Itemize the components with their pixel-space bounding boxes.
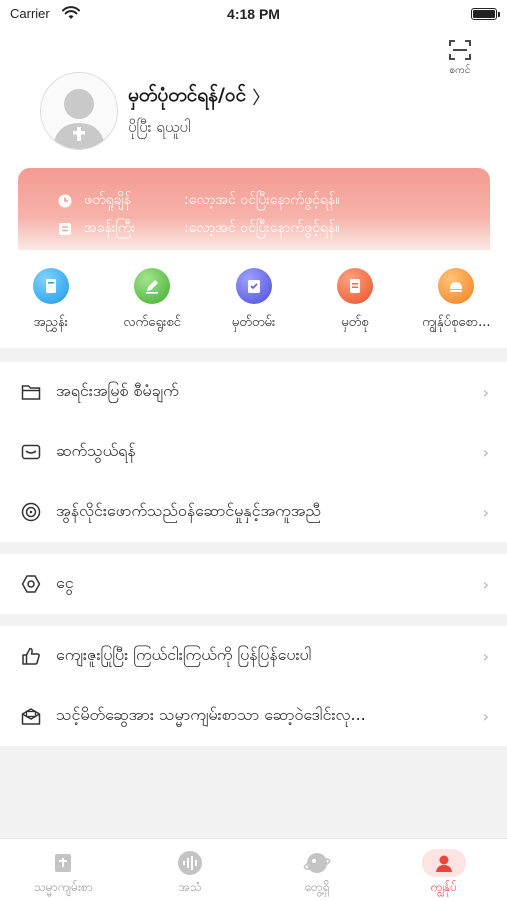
tab-bible[interactable]: သမ္မာကျမ်းစာ	[0, 839, 127, 900]
hexagon-settings-icon	[20, 573, 42, 595]
chevron-right-icon: ›	[482, 502, 489, 522]
scan-label: စကင်	[449, 65, 471, 76]
menu-item-share-app[interactable]: သင့်မိတ်ဆွေအား သမ္မာကျမ်းစာသာ ဆော့ဝဲဒေါင…	[0, 686, 507, 746]
quick-action-collection-label: ကျွန်ုပ်စုစော...	[422, 315, 491, 330]
menu-group-share: ကျေးဇူးပြုပြီး ကြယ်ငါးကြယ်ကို ပြန်ပြန်ပေ…	[0, 626, 507, 746]
chevron-right-icon: ›	[482, 382, 489, 402]
reading-time-row: ဖတ်ရှုချိန် :လော့အင် ဝင်ပြီးနောက်ဖွင့်ရန…	[58, 190, 339, 211]
tab-me[interactable]: ကျွန်ုပ်	[380, 839, 507, 900]
discover-icon	[301, 849, 333, 877]
quick-action-notes[interactable]: မှတ်စု	[304, 268, 405, 340]
menu-item-rate-app[interactable]: ကျေးဇူးပြုပြီး ကြယ်ငါးကြယ်ကို ပြန်ပြန်ပေ…	[0, 626, 507, 686]
menu-group-money: ငွေ ›	[0, 554, 507, 614]
default-avatar-icon	[52, 89, 106, 149]
clock: 4:18 PM	[227, 6, 280, 22]
chevron-right-icon: ›	[482, 574, 489, 594]
tab-discover[interactable]: တွေ့ရှိ	[254, 839, 381, 900]
menu-item-contact-label: ဆက်သွယ်ရန်	[56, 441, 136, 460]
scan-icon	[449, 40, 471, 60]
tab-discover-label: တွေ့ရှိ	[304, 880, 330, 894]
quick-action-favorites-label: လက်ရွေးစင်	[123, 315, 181, 330]
chevron-right-icon: ›	[482, 706, 489, 726]
quick-actions: အညွှန်း လက်ရွေးစင် မှတ်တမ်း မှတ်စု ကျွန်…	[0, 268, 507, 340]
vip-info-card[interactable]: ဖတ်ရှုချိန် :လော့အင် ဝင်ပြီးနောက်ဖွင့်ရန…	[18, 168, 490, 250]
scan-button[interactable]: စကင်	[440, 38, 480, 78]
chapter-value: :လော့အင် ဝင်ပြီးနောက်ဖွင့်ရန်။	[184, 220, 340, 236]
bookmark-icon	[235, 268, 272, 304]
share-mail-icon	[20, 705, 42, 727]
guide-book-icon	[32, 268, 69, 304]
menu-item-money-label: ငွေ	[56, 573, 74, 592]
tab-audio[interactable]: အသံ	[127, 839, 254, 900]
audio-icon	[174, 849, 206, 877]
reading-time-value: :လော့အင် ဝင်ပြီးနောက်ဖွင့်ရန်။	[184, 192, 340, 208]
mail-icon	[20, 441, 42, 463]
menu-item-rate-app-label: ကျေးဇူးပြုပြီး ကြယ်ငါးကြယ်ကို ပြန်ပြန်ပေ…	[56, 645, 312, 664]
clock-icon	[58, 194, 72, 207]
menu-item-online-support[interactable]: အွန်လိုင်းဖောက်သည်ဝန်ဆောင်မှုနှင့်အကူအညီ…	[0, 482, 507, 542]
menu-item-resource-management-label: အရင်းအမြစ် စီမံချက်	[56, 381, 179, 400]
folder-icon	[20, 381, 42, 403]
menu-group-resources: အရင်းအမြစ် စီမံချက် › ဆက်သွယ်ရန် › အွန်လ…	[0, 362, 507, 542]
pencil-icon	[134, 268, 171, 304]
quick-action-favorites[interactable]: လက်ရွေးစင်	[101, 268, 202, 340]
tab-bible-label: သမ္မာကျမ်းစာ	[34, 880, 93, 894]
quick-action-notes-label: မှတ်စု	[341, 315, 369, 330]
quick-action-guide-label: အညွှန်း	[33, 315, 68, 330]
chapter-key: အခန်းကြီး	[84, 220, 136, 236]
login-register-link[interactable]: မှတ်ပုံတင်ရန်/ဝင် 〉	[128, 83, 270, 111]
menu-item-contact[interactable]: ဆက်သွယ်ရန် ›	[0, 422, 507, 482]
quick-action-collection[interactable]: ကျွန်ုပ်စုစော...	[406, 268, 507, 340]
reading-time-key: ဖတ်ရှုချိန်	[84, 192, 132, 208]
battery-icon	[471, 8, 500, 20]
tab-audio-label: အသံ	[178, 880, 202, 894]
tab-bar: သမ္မာကျမ်းစာ အသံ တွေ့ရှိ ကျွန်ုပ်	[0, 838, 507, 900]
chevron-right-icon: 〉	[252, 88, 271, 109]
book-icon	[59, 222, 71, 235]
support-icon	[20, 501, 42, 523]
menu-item-share-app-label: သင့်မိတ်ဆွေအား သမ္မာကျမ်းစာသာ ဆော့ဝဲဒေါင…	[56, 705, 366, 724]
collection-icon	[438, 268, 475, 304]
quick-action-history-label: မှတ်တမ်း	[231, 315, 276, 330]
quick-action-guide[interactable]: အညွှန်း	[0, 268, 101, 340]
quick-action-history[interactable]: မှတ်တမ်း	[203, 268, 304, 340]
chevron-right-icon: ›	[482, 442, 489, 462]
chapter-row: အခန်းကြီး :လော့အင် ဝင်ပြီးနောက်ဖွင့်ရန်။	[58, 218, 339, 239]
thumbs-up-icon	[20, 645, 42, 667]
menu-item-online-support-label: အွန်လိုင်းဖောက်သည်ဝန်ဆောင်မှုနှင့်အကူအညီ	[56, 501, 321, 520]
chevron-right-icon: ›	[482, 646, 489, 666]
status-bar: Carrier 4:18 PM	[0, 0, 507, 30]
bible-icon	[47, 849, 79, 877]
profile-name-label: မှတ်ပုံတင်ရန်/ဝင်	[128, 84, 247, 106]
menu-item-money[interactable]: ငွေ ›	[0, 554, 507, 614]
avatar[interactable]	[40, 72, 118, 150]
menu-item-resource-management[interactable]: အရင်းအမြစ် စီမံချက် ›	[0, 362, 507, 422]
tab-me-label: ကျွန်ုပ်	[430, 880, 457, 894]
profile-subtitle: ပိုပြီး ရယူပါ	[128, 118, 191, 136]
notes-icon	[336, 268, 373, 304]
me-icon	[421, 849, 466, 877]
